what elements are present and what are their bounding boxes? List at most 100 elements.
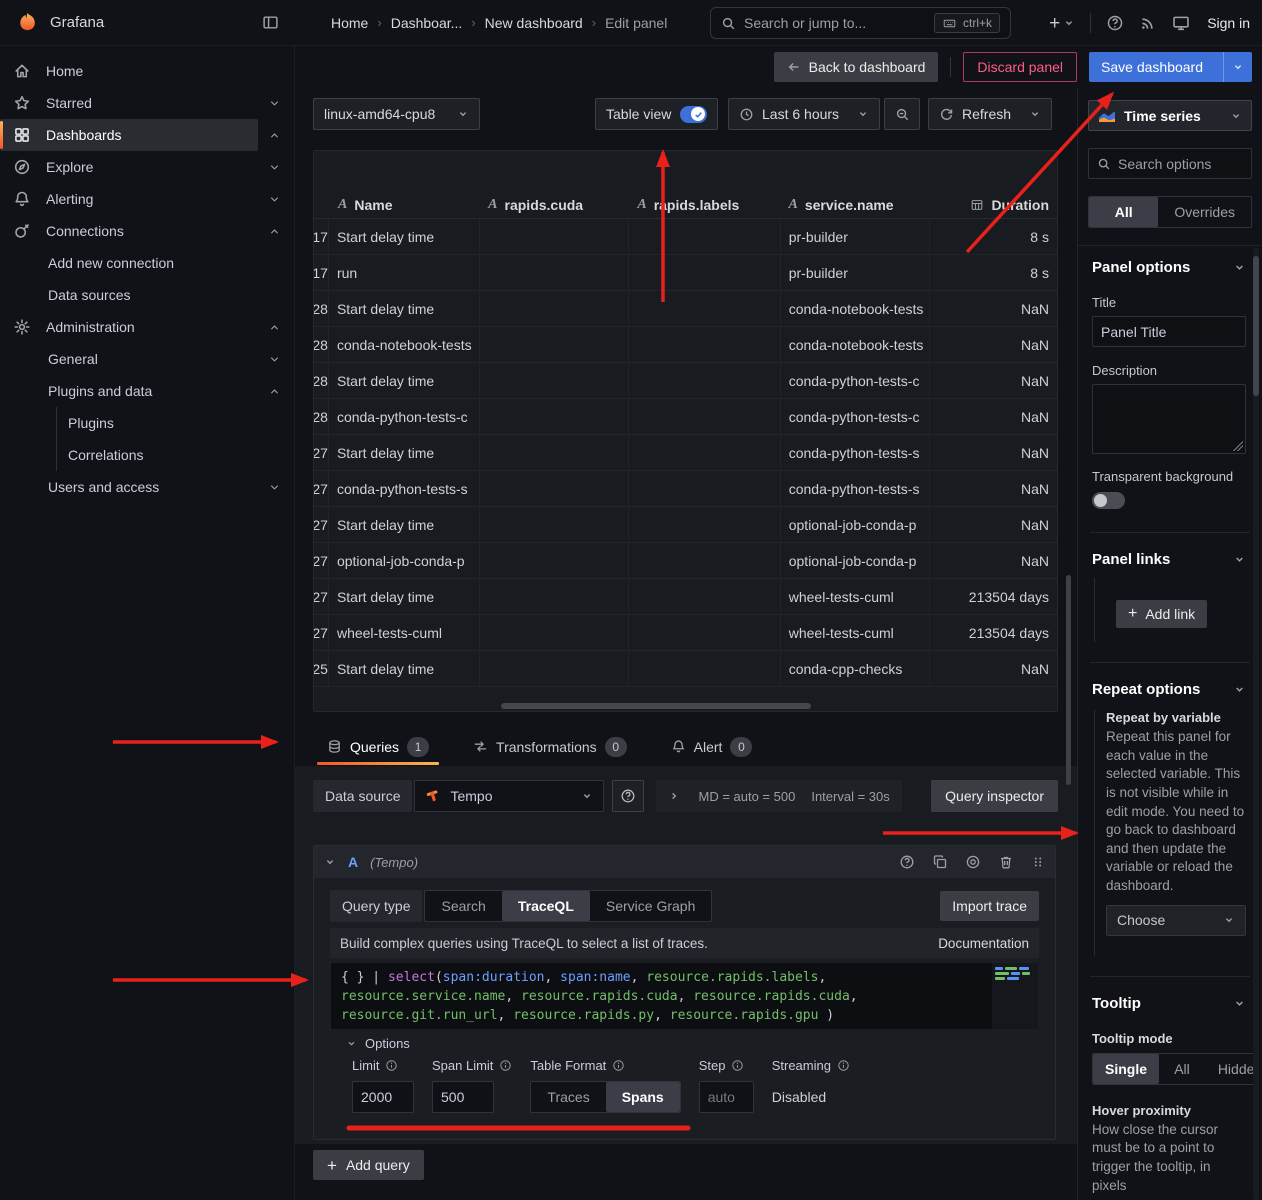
panel-links-section[interactable]: Panel links <box>1092 551 1246 568</box>
breadcrumb-item-edit-panel[interactable]: Edit panel <box>605 15 667 31</box>
table-format-spans[interactable]: Spans <box>606 1082 680 1112</box>
options-scrollbar-thumb[interactable] <box>1253 256 1259 396</box>
table-row[interactable]: 27Start delay timeconda-python-tests-sNa… <box>314 435 1057 471</box>
column-header-service-name[interactable]: Aservice.name <box>781 191 930 218</box>
table-row[interactable]: 28Start delay timeconda-python-tests-cNa… <box>314 363 1057 399</box>
disable-query-icon[interactable] <box>965 854 981 870</box>
variable-dropdown[interactable]: linux-amd64-cpu8 <box>313 98 480 130</box>
refresh-button[interactable]: Refresh <box>928 98 1052 130</box>
chevron-down-icon[interactable] <box>1029 108 1041 120</box>
tooltip-section[interactable]: Tooltip <box>1092 995 1246 1012</box>
help-icon[interactable] <box>1106 14 1124 32</box>
add-link-button[interactable]: + Add link <box>1116 600 1207 628</box>
traceql-code-editor[interactable]: { } | select(span:duration, span:name, r… <box>330 962 1039 1030</box>
import-trace-button[interactable]: Import trace <box>940 891 1039 921</box>
table-row[interactable]: 28Start delay timeconda-notebook-testsNa… <box>314 291 1057 327</box>
tab-queries[interactable]: Queries1 <box>325 728 431 765</box>
transparent-background-toggle[interactable] <box>1092 492 1125 509</box>
scope-all[interactable]: All <box>1089 197 1158 227</box>
options-search[interactable] <box>1088 148 1252 179</box>
chevron-down-icon[interactable] <box>262 97 286 110</box>
table-row[interactable]: 28conda-notebook-testsconda-notebook-tes… <box>314 327 1057 363</box>
chevron-up-icon[interactable] <box>262 321 286 334</box>
table-horizontal-scrollbar[interactable] <box>501 703 811 709</box>
monitor-icon[interactable] <box>1172 14 1190 32</box>
sidebar-item-correlations[interactable]: Correlations <box>0 439 294 471</box>
search-input[interactable] <box>744 15 926 31</box>
back-to-dashboard-button[interactable]: Back to dashboard <box>774 52 939 82</box>
panel-title-input[interactable] <box>1092 316 1246 347</box>
column-header-duration[interactable]: Duration <box>930 191 1057 218</box>
sidebar-item-general[interactable]: General <box>0 343 294 375</box>
save-options-caret[interactable] <box>1223 52 1252 82</box>
documentation-link[interactable]: Documentation <box>938 936 1029 951</box>
drag-handle-icon[interactable] <box>1031 855 1045 869</box>
query-type-service-graph[interactable]: Service Graph <box>590 891 711 921</box>
sidebar-item-administration[interactable]: Administration <box>0 311 294 343</box>
breadcrumb-item-dashboar[interactable]: Dashboar... <box>391 15 463 31</box>
scope-overrides[interactable]: Overrides <box>1158 197 1251 227</box>
panel-options-section[interactable]: Panel options <box>1092 259 1246 276</box>
add-query-button[interactable]: + Add query <box>313 1150 424 1180</box>
query-inspector-button[interactable]: Query inspector <box>931 780 1058 812</box>
table-row[interactable]: 27wheel-tests-cumlwheel-tests-cuml213504… <box>314 615 1057 651</box>
sidebar-item-plugins-and-data[interactable]: Plugins and data <box>0 375 294 407</box>
options-collapse[interactable]: Options <box>346 1036 410 1051</box>
news-icon[interactable] <box>1139 14 1157 32</box>
table-row[interactable]: 17Start delay timepr-builder8 s <box>314 219 1057 255</box>
datasource-picker[interactable]: Tempo <box>414 780 604 812</box>
chevron-up-icon[interactable] <box>262 129 286 142</box>
time-range-picker[interactable]: Last 6 hours <box>728 98 880 130</box>
add-menu-button[interactable]: + <box>1049 14 1075 33</box>
delete-query-icon[interactable] <box>998 854 1014 870</box>
tooltip-mode-single[interactable]: Single <box>1093 1054 1159 1084</box>
sidebar-item-plugins[interactable]: Plugins <box>0 407 294 439</box>
options-scrollbar-track[interactable] <box>1253 248 1259 1200</box>
table-row[interactable]: 28conda-python-tests-cconda-python-tests… <box>314 399 1057 435</box>
save-dashboard-button[interactable]: Save dashboard <box>1089 52 1252 82</box>
table-row[interactable]: 27conda-python-tests-sconda-python-tests… <box>314 471 1057 507</box>
sidebar-toggle-icon[interactable] <box>262 14 279 31</box>
breadcrumb-item-new-dashboard[interactable]: New dashboard <box>485 15 583 31</box>
visualization-picker[interactable]: Time series <box>1088 100 1252 131</box>
table-format-traces[interactable]: Traces <box>531 1082 605 1112</box>
chevron-up-icon[interactable] <box>262 385 286 398</box>
option-input-span-limit[interactable] <box>432 1081 494 1113</box>
table-row[interactable]: 17runpr-builder8 s <box>314 255 1057 291</box>
collapse-query-icon[interactable] <box>324 856 336 868</box>
panel-description-textarea[interactable] <box>1092 384 1246 454</box>
column-header-name[interactable]: AName <box>330 191 480 218</box>
table-row[interactable]: 27Start delay timeoptional-job-conda-pNa… <box>314 507 1057 543</box>
sidebar-item-add-new-connection[interactable]: Add new connection <box>0 247 294 279</box>
sidebar-item-alerting[interactable]: Alerting <box>0 183 294 215</box>
sidebar-item-data-sources[interactable]: Data sources <box>0 279 294 311</box>
query-type-search[interactable]: Search <box>425 891 501 921</box>
discard-panel-button[interactable]: Discard panel <box>963 52 1077 82</box>
option-input-step[interactable] <box>699 1081 754 1113</box>
datasource-help-button[interactable] <box>612 780 644 812</box>
tooltip-mode-all[interactable]: All <box>1159 1054 1205 1084</box>
sidebar-item-users-and-access[interactable]: Users and access <box>0 471 294 503</box>
breadcrumb-item-home[interactable]: Home <box>331 15 368 31</box>
table-row[interactable]: 27Start delay timewheel-tests-cuml213504… <box>314 579 1057 615</box>
chevron-down-icon[interactable] <box>262 161 286 174</box>
chevron-right-icon[interactable] <box>668 790 680 802</box>
repeat-variable-dropdown[interactable]: Choose <box>1106 905 1246 936</box>
repeat-options-section[interactable]: Repeat options <box>1092 681 1246 698</box>
sidebar-item-connections[interactable]: Connections <box>0 215 294 247</box>
chevron-down-icon[interactable] <box>262 481 286 494</box>
sidebar-item-dashboards[interactable]: Dashboards <box>0 119 294 151</box>
sidebar-item-starred[interactable]: Starred <box>0 87 294 119</box>
options-search-input[interactable] <box>1118 156 1243 172</box>
tab-alert[interactable]: Alert0 <box>669 728 755 765</box>
table-view-toggle[interactable] <box>680 106 707 123</box>
query-help-icon[interactable] <box>899 854 915 870</box>
query-type-traceql[interactable]: TraceQL <box>502 891 590 921</box>
chevron-up-icon[interactable] <box>262 225 286 238</box>
option-input-limit[interactable] <box>352 1081 414 1113</box>
chevron-down-icon[interactable] <box>262 353 286 366</box>
tooltip-mode-hidden[interactable]: Hidden <box>1205 1054 1255 1084</box>
sidebar-item-home[interactable]: Home <box>0 55 294 87</box>
duplicate-query-icon[interactable] <box>932 854 948 870</box>
sign-in-link[interactable]: Sign in <box>1207 15 1250 31</box>
